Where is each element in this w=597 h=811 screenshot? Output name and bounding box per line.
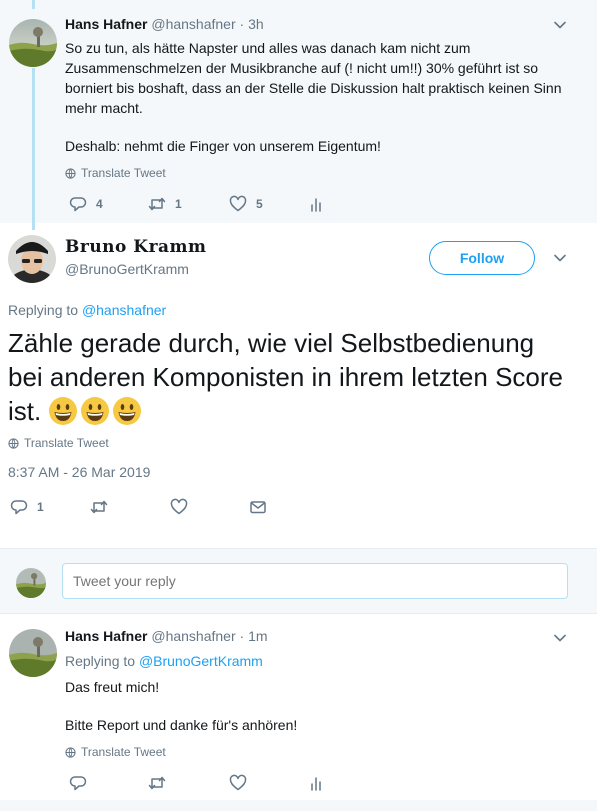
landscape-avatar-image	[9, 19, 57, 67]
landscape-avatar-image	[9, 629, 57, 677]
retweet-button[interactable]: 1	[148, 195, 182, 213]
reply-button[interactable]: 1	[10, 498, 44, 516]
retweet-button[interactable]	[90, 498, 108, 516]
grinning-face-emoji-icon	[49, 397, 78, 425]
translate-tweet-link[interactable]: Translate Tweet	[8, 436, 109, 450]
avatar[interactable]	[8, 235, 56, 283]
reply-tweet[interactable]	[0, 620, 597, 800]
reply-button[interactable]: 4	[69, 195, 103, 213]
author-name[interactable]: Hans Hafner	[65, 628, 147, 644]
globe-icon	[65, 167, 76, 179]
author-handle[interactable]: @hanshafner	[151, 16, 235, 32]
replying-to-link[interactable]: @hanshafner	[82, 302, 166, 318]
divider	[0, 613, 597, 614]
avatar[interactable]	[9, 19, 57, 67]
reply-tweet-actions	[69, 774, 349, 794]
retweet-icon	[90, 500, 108, 514]
translate-label: Translate Tweet	[24, 436, 109, 450]
parent-tweet-text-2: Deshalb: nehmt die Finger von unserem Ei…	[65, 138, 381, 154]
main-tweet-actions: 1	[10, 498, 280, 518]
author-handle[interactable]: @BrunoGertKramm	[65, 261, 189, 277]
author-name[interactable]: Bruno Kramm	[65, 237, 207, 257]
tweet-time[interactable]: · 3h	[240, 16, 264, 32]
like-button[interactable]: 5	[229, 195, 263, 213]
grinning-face-emoji-icon	[81, 397, 110, 425]
heart-icon	[229, 195, 247, 212]
reply-count: 4	[96, 197, 103, 211]
tweet-timestamp[interactable]: 8:37 AM - 26 Mar 2019	[8, 464, 150, 480]
envelope-icon	[250, 501, 266, 514]
retweet-count: 1	[175, 197, 182, 211]
main-tweet-text: Zähle gerade durch, wie viel Selbstbedie…	[8, 326, 568, 428]
analytics-button[interactable]	[307, 774, 325, 792]
text-line: Zusammenschmelzen der Musikbranche auf (…	[65, 60, 539, 76]
profile-photo-image	[8, 235, 56, 283]
retweet-icon	[148, 197, 166, 211]
emoji-group	[48, 396, 144, 426]
avatar	[16, 568, 46, 598]
parent-tweet-actions: 4 1 5	[69, 195, 349, 215]
translate-label: Translate Tweet	[81, 745, 166, 759]
replying-to: Replying to @BrunoGertKramm	[65, 653, 263, 669]
reply-tweet-header: Hans Hafner @hanshafner · 1m	[65, 628, 268, 644]
retweet-icon	[148, 776, 166, 790]
reply-icon	[69, 197, 87, 212]
reply-icon	[10, 500, 28, 515]
like-button[interactable]	[229, 774, 247, 792]
translate-tweet-link[interactable]: Translate Tweet	[65, 166, 166, 180]
grinning-face-emoji-icon	[113, 397, 142, 425]
landscape-avatar-image	[16, 568, 46, 598]
heart-icon	[229, 774, 247, 791]
thread-line-top	[32, 0, 35, 9]
tweet-time[interactable]: · 1m	[240, 628, 268, 644]
chevron-down-icon[interactable]	[553, 18, 567, 32]
reply-tweet-text-2: Bitte Report und danke für's anhören!	[65, 717, 298, 733]
avatar[interactable]	[9, 629, 57, 677]
reply-button[interactable]	[69, 774, 87, 792]
reply-tweet-text: Das freut mich!	[65, 679, 160, 695]
text-line: So zu tun, als hätte Napster und alles w…	[65, 40, 471, 56]
parent-tweet-text: So zu tun, als hätte Napster und alles w…	[65, 38, 585, 118]
chevron-down-icon[interactable]	[553, 631, 567, 645]
replying-label: Replying to	[65, 653, 136, 669]
like-button[interactable]	[170, 498, 188, 516]
analytics-icon	[311, 777, 321, 791]
text-line: borniert bis boshaft, dass an der Stelle…	[65, 80, 562, 96]
follow-button[interactable]: Follow	[429, 241, 535, 275]
analytics-icon	[311, 198, 321, 212]
reply-input[interactable]	[62, 563, 568, 599]
chevron-down-icon[interactable]	[553, 251, 567, 265]
replying-label: Replying to	[8, 302, 79, 318]
text-line: mehr macht.	[65, 100, 143, 116]
timeline-gap	[0, 800, 597, 811]
translate-label: Translate Tweet	[81, 166, 166, 180]
direct-message-button[interactable]	[249, 498, 267, 516]
globe-icon	[65, 746, 76, 758]
author-name[interactable]: Hans Hafner	[65, 16, 147, 32]
translate-tweet-link[interactable]: Translate Tweet	[65, 745, 166, 759]
retweet-button[interactable]	[148, 774, 166, 792]
analytics-button[interactable]	[307, 195, 325, 213]
heart-icon	[170, 498, 188, 515]
reply-count: 1	[37, 500, 44, 514]
thread-line-connector	[32, 68, 35, 230]
globe-icon	[8, 437, 19, 449]
author-handle[interactable]: @hanshafner	[151, 628, 235, 644]
like-count: 5	[256, 197, 263, 211]
replying-to: Replying to @hanshafner	[8, 302, 166, 318]
reply-icon	[69, 776, 87, 791]
parent-tweet-header: Hans Hafner @hanshafner · 3h	[65, 16, 264, 32]
replying-to-link[interactable]: @BrunoGertKramm	[139, 653, 263, 669]
